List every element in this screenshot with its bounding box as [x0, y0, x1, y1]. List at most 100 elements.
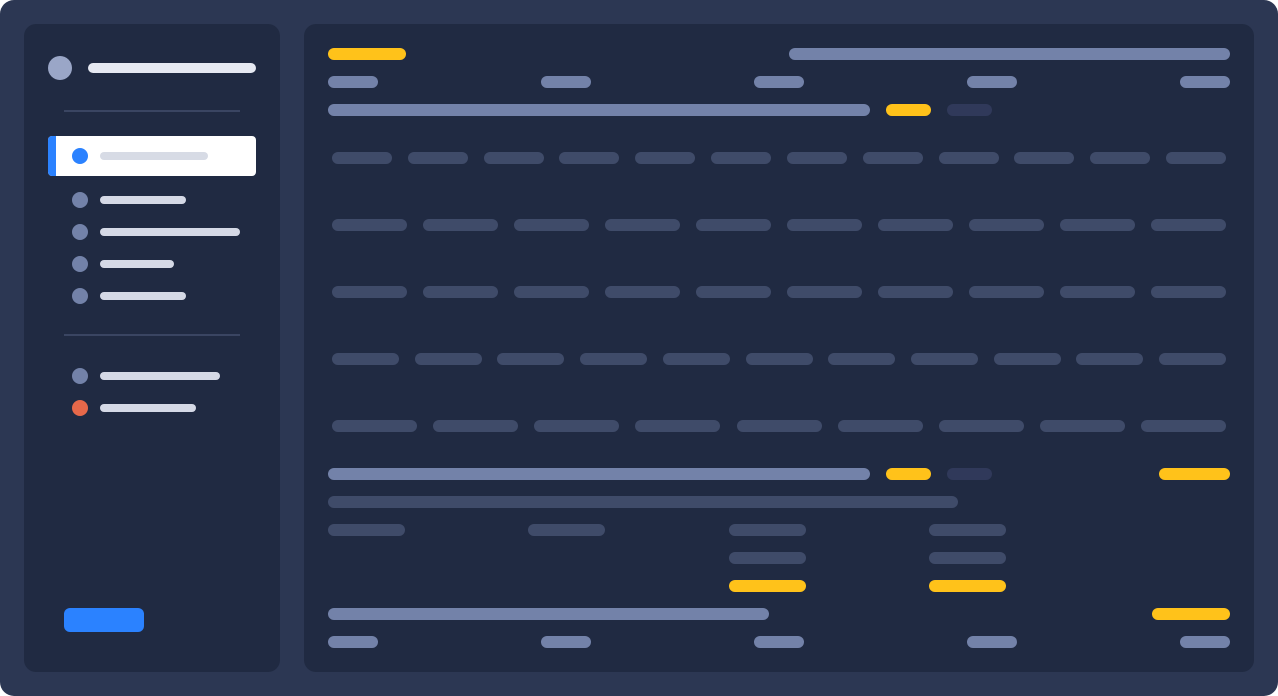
- dot-icon: [72, 368, 88, 384]
- active-indicator: [48, 136, 56, 176]
- table-cell: [1159, 353, 1226, 365]
- table-cell: [433, 420, 518, 432]
- sidebar-item-1[interactable]: [64, 190, 244, 210]
- table-cell: [1151, 286, 1226, 298]
- table-cell: [838, 420, 923, 432]
- table-cell: [663, 353, 730, 365]
- table-cell: [939, 152, 999, 164]
- dot-icon: [72, 192, 88, 208]
- table-cell: [423, 286, 498, 298]
- table-cell: [1014, 152, 1074, 164]
- footer-column[interactable]: [541, 636, 591, 648]
- section-badge: [886, 468, 931, 480]
- sidebar-divider: [64, 334, 240, 336]
- footer-column[interactable]: [754, 636, 804, 648]
- user-name-placeholder: [88, 63, 256, 73]
- table-cell: [408, 152, 468, 164]
- table-cell: [994, 353, 1061, 365]
- table-cell: [878, 286, 953, 298]
- footer-title: [328, 608, 769, 620]
- sidebar-item-2[interactable]: [64, 222, 244, 242]
- table-cell: [1040, 420, 1125, 432]
- table-cell: [484, 152, 544, 164]
- sidebar-item-label: [100, 260, 174, 268]
- sidebar-item-4[interactable]: [64, 286, 244, 306]
- table-cell: [514, 286, 589, 298]
- sidebar-item-3[interactable]: [64, 254, 244, 274]
- table-cell: [332, 286, 407, 298]
- table-cell: [415, 353, 482, 365]
- table-cell: [787, 152, 847, 164]
- column-header[interactable]: [754, 76, 804, 88]
- table-cell: [534, 420, 619, 432]
- table-cell: [863, 152, 923, 164]
- table-cell: [696, 286, 771, 298]
- table-cell: [1060, 219, 1135, 231]
- alert-dot-icon: [72, 400, 88, 416]
- footer-column[interactable]: [967, 636, 1017, 648]
- table-cell: [1076, 353, 1143, 365]
- sidebar-secondary-item-1[interactable]: [64, 366, 244, 386]
- column-header[interactable]: [328, 76, 378, 88]
- summary-cell: [729, 524, 806, 536]
- table-cell: [580, 353, 647, 365]
- section-badge-secondary: [947, 104, 992, 116]
- summary-line: [328, 496, 958, 508]
- sidebar-item-label: [100, 292, 186, 300]
- table-cell: [635, 420, 720, 432]
- section-title: [328, 104, 870, 116]
- sidebar: [24, 24, 280, 672]
- table-cell: [497, 353, 564, 365]
- column-header[interactable]: [967, 76, 1017, 88]
- table-cell: [635, 152, 695, 164]
- column-header[interactable]: [1180, 76, 1230, 88]
- table-cell: [1151, 219, 1226, 231]
- section-badge: [886, 104, 931, 116]
- summary-cell: [328, 524, 405, 536]
- footer-column[interactable]: [328, 636, 378, 648]
- table-cell: [1060, 286, 1135, 298]
- footer-highlight[interactable]: [1152, 608, 1230, 620]
- sidebar-item-active-dot-icon: [72, 148, 88, 164]
- table-cell: [911, 353, 978, 365]
- footer-column[interactable]: [1180, 636, 1230, 648]
- avatar-icon[interactable]: [48, 56, 72, 80]
- table-cell: [969, 219, 1044, 231]
- section-badge-secondary: [947, 468, 992, 480]
- table-cell: [559, 152, 619, 164]
- main-panel: [304, 24, 1254, 672]
- table-cell: [737, 420, 822, 432]
- header-highlight: [328, 48, 406, 60]
- sidebar-item-active-label: [100, 152, 208, 160]
- table-cell: [605, 219, 680, 231]
- table-cell: [1090, 152, 1150, 164]
- table-cell: [828, 353, 895, 365]
- table-cell: [787, 219, 862, 231]
- table-cell: [746, 353, 813, 365]
- sidebar-item-label: [100, 404, 196, 412]
- table-cell: [423, 219, 498, 231]
- table-cell: [332, 420, 417, 432]
- primary-action-button[interactable]: [64, 608, 144, 632]
- summary-total: [729, 580, 806, 592]
- table-cell: [514, 219, 589, 231]
- highlight-pill[interactable]: [1159, 468, 1230, 480]
- table-cell: [605, 286, 680, 298]
- table-cell: [1141, 420, 1226, 432]
- header-search-bar[interactable]: [789, 48, 1230, 60]
- sidebar-divider: [64, 110, 240, 112]
- section-title: [328, 468, 870, 480]
- table-cell: [878, 219, 953, 231]
- dot-icon: [72, 224, 88, 240]
- column-header[interactable]: [541, 76, 591, 88]
- summary-cell: [929, 524, 1006, 536]
- table-cell: [969, 286, 1044, 298]
- sidebar-secondary-item-2[interactable]: [64, 398, 244, 418]
- summary-cell: [528, 524, 605, 536]
- app-window: [0, 0, 1278, 696]
- sidebar-item-label: [100, 228, 240, 236]
- summary-total: [929, 580, 1006, 592]
- summary-cell: [929, 552, 1006, 564]
- table-cell: [939, 420, 1024, 432]
- dot-icon: [72, 288, 88, 304]
